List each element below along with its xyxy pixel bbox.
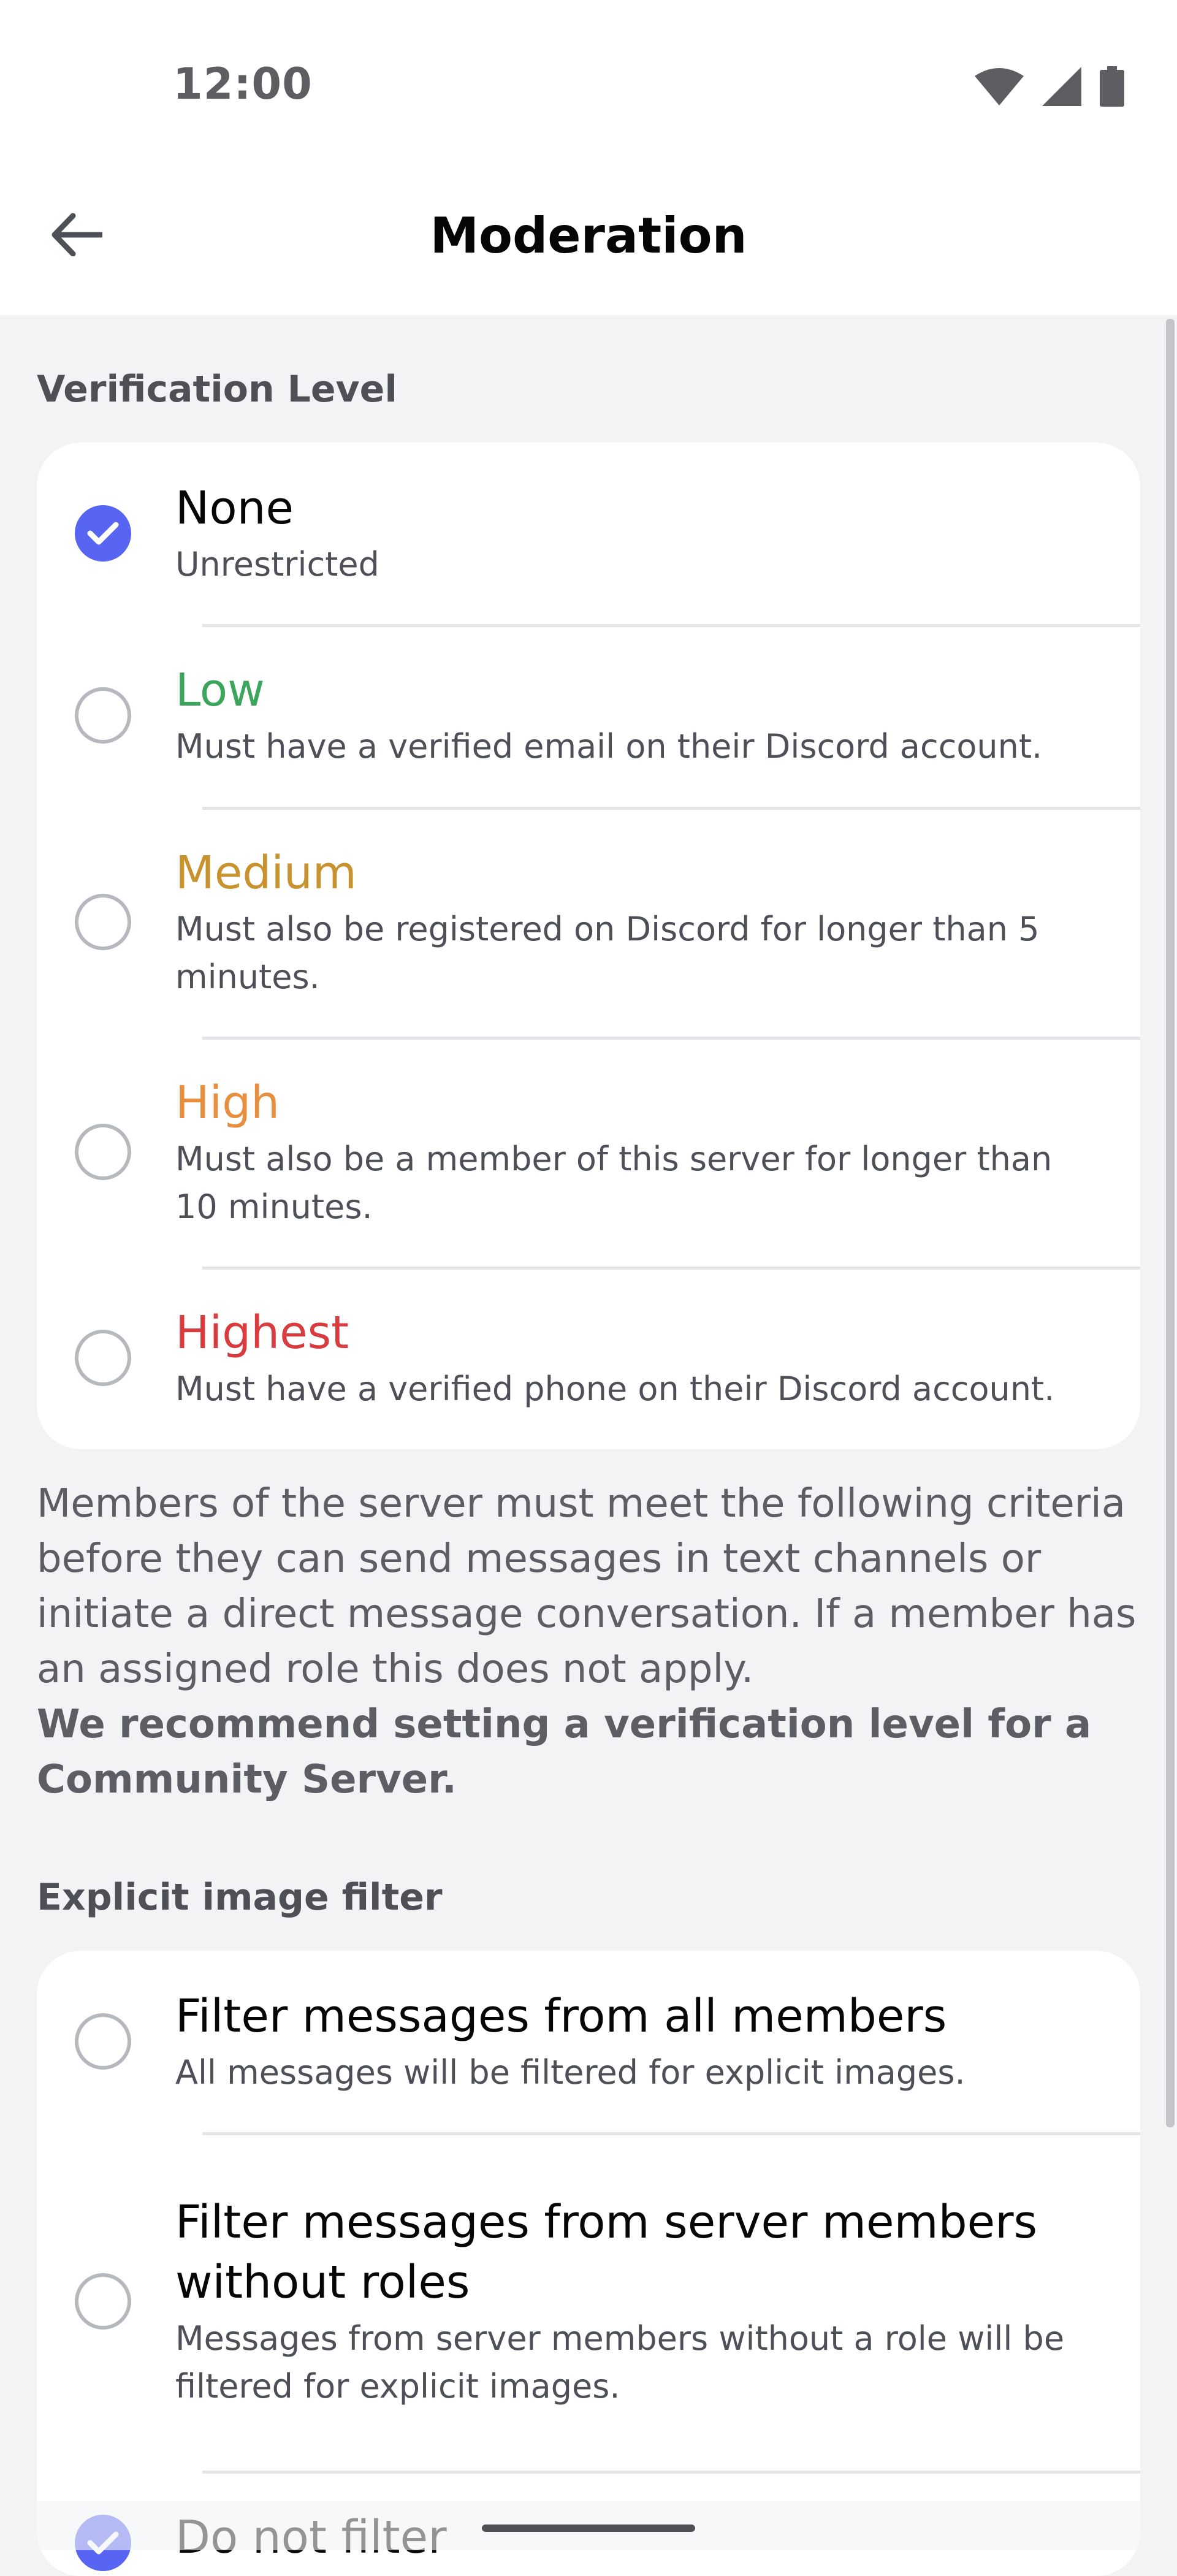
verification-help-text: Members of the server must meet the foll… bbox=[37, 1476, 1140, 1807]
verification-option-none[interactable]: None Unrestricted bbox=[37, 443, 1140, 624]
option-title: Low bbox=[175, 664, 265, 717]
scrollbar[interactable] bbox=[1166, 319, 1175, 2127]
radio-checked[interactable] bbox=[75, 505, 131, 562]
status-icons bbox=[975, 66, 1124, 109]
option-title: Medium bbox=[175, 846, 357, 899]
option-title: None bbox=[175, 482, 294, 535]
navigation-bar bbox=[0, 2501, 1177, 2550]
radio-unchecked[interactable] bbox=[75, 1123, 131, 1180]
verification-level-card: None Unrestricted Low Must have a verifi… bbox=[37, 443, 1140, 1449]
option-description: Must have a verified email on their Disc… bbox=[175, 727, 1043, 766]
verification-option-highest[interactable]: Highest Must have a verified phone on th… bbox=[37, 1267, 1140, 1449]
help-text-body: Members of the server must meet the foll… bbox=[37, 1481, 1137, 1692]
gesture-handle[interactable] bbox=[482, 2525, 695, 2532]
radio-unchecked[interactable] bbox=[75, 2013, 131, 2070]
status-bar: 12:00 bbox=[0, 0, 1177, 172]
option-description: Messages from server members without a r… bbox=[175, 2319, 1065, 2406]
radio-unchecked[interactable] bbox=[75, 893, 131, 950]
app-bar: Moderation bbox=[0, 172, 1177, 315]
option-title: Highest bbox=[175, 1306, 349, 1359]
signal-icon bbox=[1042, 67, 1081, 109]
option-description: Must have a verified phone on their Disc… bbox=[175, 1370, 1055, 1408]
wifi-icon bbox=[975, 67, 1024, 108]
filter-option-all-members[interactable]: Filter messages from all members All mes… bbox=[37, 1951, 1140, 2132]
option-description: Must also be a member of this server for… bbox=[175, 1139, 1053, 1226]
option-title: Filter messages from all members bbox=[175, 1990, 947, 2043]
help-text-recommendation: We recommend setting a verification leve… bbox=[37, 1702, 1092, 1802]
option-title: Filter messages from server members with… bbox=[175, 2196, 1038, 2309]
verification-section-title: Verification Level bbox=[37, 368, 397, 411]
verification-option-low[interactable]: Low Must have a verified email on their … bbox=[37, 624, 1140, 807]
radio-unchecked[interactable] bbox=[75, 1330, 131, 1386]
radio-unchecked[interactable] bbox=[75, 687, 131, 744]
verification-option-medium[interactable]: Medium Must also be registered on Discor… bbox=[37, 807, 1140, 1037]
option-description: Messages will not be filtered for explic… bbox=[175, 2570, 975, 2576]
radio-unchecked[interactable] bbox=[75, 2273, 131, 2330]
option-description: All messages will be filtered for explic… bbox=[175, 2053, 966, 2092]
battery-icon bbox=[1100, 66, 1124, 109]
verification-option-high[interactable]: High Must also be a member of this serve… bbox=[37, 1037, 1140, 1267]
option-title: High bbox=[175, 1076, 280, 1129]
option-description: Unrestricted bbox=[175, 545, 379, 584]
page-title: Moderation bbox=[430, 207, 747, 264]
status-time: 12:00 bbox=[173, 59, 313, 109]
option-description: Must also be registered on Discord for l… bbox=[175, 909, 1040, 996]
filter-option-members-without-roles[interactable]: Filter messages from server members with… bbox=[37, 2132, 1140, 2471]
explicit-filter-section-title: Explicit image filter bbox=[37, 1876, 443, 1919]
explicit-filter-card: Filter messages from all members All mes… bbox=[37, 1951, 1140, 2576]
